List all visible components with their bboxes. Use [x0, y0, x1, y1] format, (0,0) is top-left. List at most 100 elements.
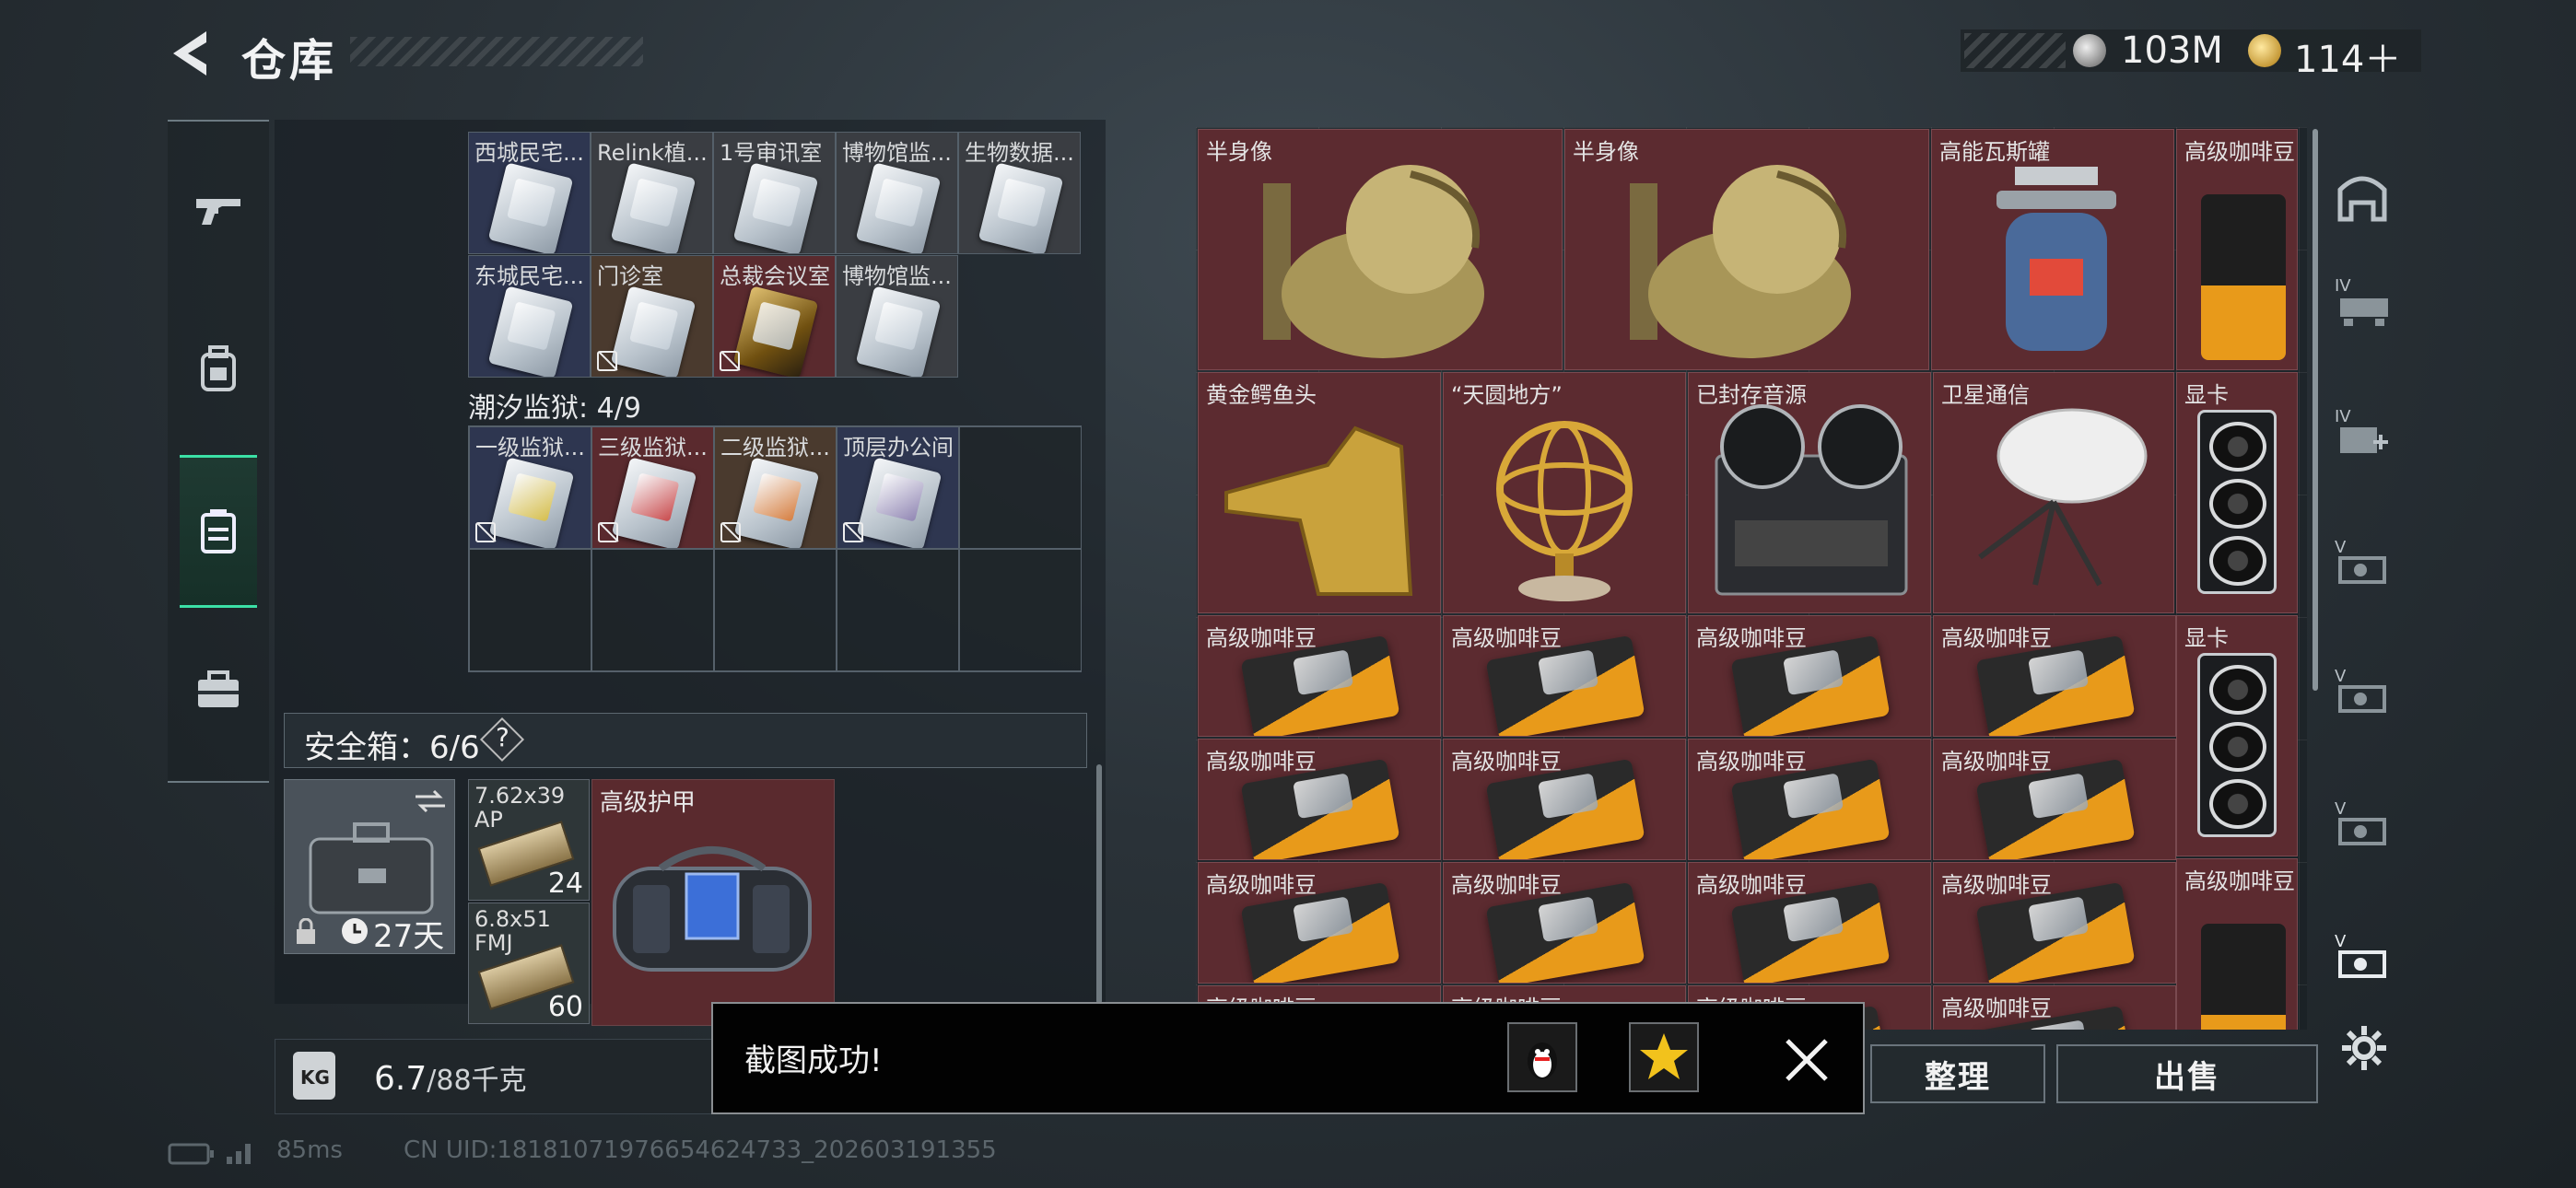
ammo-2-name: 6.8x51 FMJ [474, 906, 551, 956]
armor-slot[interactable]: 高级护甲 [591, 779, 835, 1026]
item-coffee-bean[interactable]: 高级咖啡豆 [1688, 862, 1931, 984]
item-coffee-bean[interactable]: 高级咖啡豆 [1933, 862, 2176, 984]
storage-grid: 半身像 半身像 高能瓦斯罐 高级咖啡豆 黄金鳄鱼头 “天圆地方” 已封存音源 卫… [1196, 127, 2307, 1030]
close-icon[interactable] [1782, 1035, 1832, 1085]
rack-level-4-icon[interactable]: IV [2333, 273, 2392, 332]
sell-button[interactable]: 出售 [2056, 1044, 2318, 1103]
item-bust-2[interactable]: 半身像 [1564, 129, 1929, 370]
swap-icon[interactable] [412, 787, 449, 815]
svg-text:V: V [2335, 538, 2347, 557]
item-coffee-bean[interactable]: 高级咖啡豆 [1443, 739, 1686, 860]
keycard-slot[interactable]: 二级监狱... [714, 426, 837, 549]
item-coffee-bean[interactable]: 高级咖啡豆 [1933, 985, 2176, 1030]
item-coffee-bean[interactable]: 高级咖啡豆 [1198, 862, 1441, 984]
star-icon [1640, 1033, 1688, 1079]
item-label: 高级咖啡豆 [1941, 625, 2052, 651]
item-gpu-1[interactable]: 显卡 [2176, 372, 2298, 613]
empty-slot[interactable] [714, 549, 837, 671]
uid-readout: CN UID:181810719766546247​33_20260319135… [404, 1136, 997, 1164]
sort-button[interactable]: 整理 [1870, 1044, 2045, 1103]
empty-slot[interactable] [959, 426, 1082, 549]
home-base-icon[interactable] [2333, 166, 2392, 225]
settings-gear-icon[interactable] [2340, 1024, 2388, 1072]
keycard-icon [487, 285, 574, 377]
item-tape-recorder[interactable]: 已封存音源 [1688, 372, 1931, 613]
satellite-dish-icon [1978, 408, 2148, 587]
item-gpu-2[interactable]: 显卡 [2176, 615, 2298, 856]
nav-storage[interactable] [180, 455, 257, 608]
keycard-slot[interactable]: 一级监狱... [469, 426, 591, 549]
gpu-icon [2197, 653, 2277, 837]
gold-coin-icon [2248, 34, 2281, 67]
workbench-level-5b-icon[interactable]: V [2333, 663, 2392, 722]
clock-icon [342, 918, 368, 944]
item-coffee-bean[interactable]: 高级咖啡豆 [1198, 739, 1441, 860]
back-arrow-icon[interactable] [166, 28, 221, 79]
keycard-slot[interactable]: 门诊室 [591, 255, 713, 378]
armillary-icon [1496, 421, 1633, 601]
toolbox-icon [198, 670, 239, 707]
keycard-slot[interactable]: 博物馆监... [836, 132, 958, 254]
nav-weapons[interactable] [180, 133, 257, 285]
svg-text:IV: IV [2335, 276, 2351, 296]
no-share-icon [720, 351, 740, 371]
item-label: 高级咖啡豆 [1696, 625, 1807, 651]
item-label: 黄金鳄鱼头 [1206, 382, 1317, 408]
keycard-slot[interactable]: 1号审讯室 [713, 132, 836, 254]
battery-icon [168, 1143, 214, 1165]
empty-slot[interactable] [837, 549, 959, 671]
keycard-slot[interactable]: 顶层办公间 [837, 426, 959, 549]
keycard-icon [732, 285, 819, 377]
item-satellite[interactable]: 卫星通信 [1933, 372, 2174, 613]
item-label: 高级咖啡豆 [1206, 872, 1317, 898]
item-coffee-tall-2[interactable]: 高级咖啡豆 [2176, 858, 2298, 1030]
keycard-slot[interactable]: 东城民宅... [468, 255, 591, 378]
share-qzone-button[interactable] [1629, 1022, 1699, 1092]
keycard-slot[interactable]: 博物馆监... [836, 255, 958, 378]
keycard-slot[interactable]: Relink植... [591, 132, 713, 254]
safe-box-title: 安全箱：6/6 [304, 729, 480, 766]
keycard-slot[interactable]: 西城民宅... [468, 132, 591, 254]
safe-box[interactable]: 27天 [284, 779, 455, 955]
keycard-label: Relink植... [597, 140, 708, 166]
item-label: 高级咖啡豆 [1451, 625, 1562, 651]
item-gold-croc[interactable]: 黄金鳄鱼头 [1198, 372, 1441, 613]
grid-scrollbar[interactable] [2313, 129, 2318, 691]
workbench-level-5c-icon[interactable]: V [2333, 796, 2392, 855]
left-scrollbar[interactable] [1096, 764, 1102, 1004]
key-row-1: 西城民宅... Relink植... 1号审讯室 博物馆监... 生物数据... [468, 132, 1082, 255]
item-coffee-bean[interactable]: 高级咖啡豆 [1688, 739, 1931, 860]
medical-level-4-icon[interactable]: IV [2333, 403, 2392, 462]
currency-amount-2[interactable]: 114＋ [2294, 29, 2401, 83]
ammo-2-count: 60 [547, 991, 583, 1023]
ammo-slot-1[interactable]: 7.62x39 AP 24 [468, 779, 590, 901]
keycard-slot[interactable]: 三级监狱... [591, 426, 714, 549]
item-coffee-bean[interactable]: 高级咖啡豆 [1933, 615, 2176, 737]
empty-slot[interactable] [959, 549, 1082, 671]
item-coffee-bean[interactable]: 高级咖啡豆 [1443, 862, 1686, 984]
weight-icon: KG [293, 1052, 335, 1100]
item-gas-canister[interactable]: 高能瓦斯罐 [1931, 129, 2174, 370]
empty-slot[interactable] [591, 549, 714, 671]
keycard-icon [733, 457, 820, 548]
workbench-level-5d-icon[interactable]: V [2333, 928, 2392, 987]
ammo-slot-2[interactable]: 6.8x51 FMJ 60 [468, 903, 590, 1024]
signal-icon [227, 1144, 251, 1164]
item-bust-1[interactable]: 半身像 [1198, 129, 1563, 370]
item-armillary[interactable]: “天圆地方” [1443, 372, 1686, 613]
item-coffee-bean[interactable]: 高级咖啡豆 [1933, 739, 2176, 860]
item-coffee-tall-1[interactable]: 高级咖啡豆 [2176, 129, 2298, 370]
keycard-slot[interactable]: 生物数据... [958, 132, 1081, 254]
keycard-slot[interactable]: 总裁会议室 [713, 255, 836, 378]
workbench-level-5-icon[interactable]: V [2333, 534, 2392, 593]
nav-equipment[interactable] [180, 293, 257, 446]
item-coffee-bean[interactable]: 高级咖啡豆 [1443, 615, 1686, 737]
empty-slot[interactable] [469, 549, 591, 671]
bust-icon [1630, 165, 1851, 358]
item-label: 高级咖啡豆 [2184, 139, 2295, 165]
share-qq-button[interactable] [1507, 1022, 1577, 1092]
item-coffee-bean[interactable]: 高级咖啡豆 [1688, 615, 1931, 737]
item-coffee-bean[interactable]: 高级咖啡豆 [1198, 615, 1441, 737]
item-label: 显卡 [2184, 625, 2229, 651]
nav-tools[interactable] [180, 613, 257, 766]
